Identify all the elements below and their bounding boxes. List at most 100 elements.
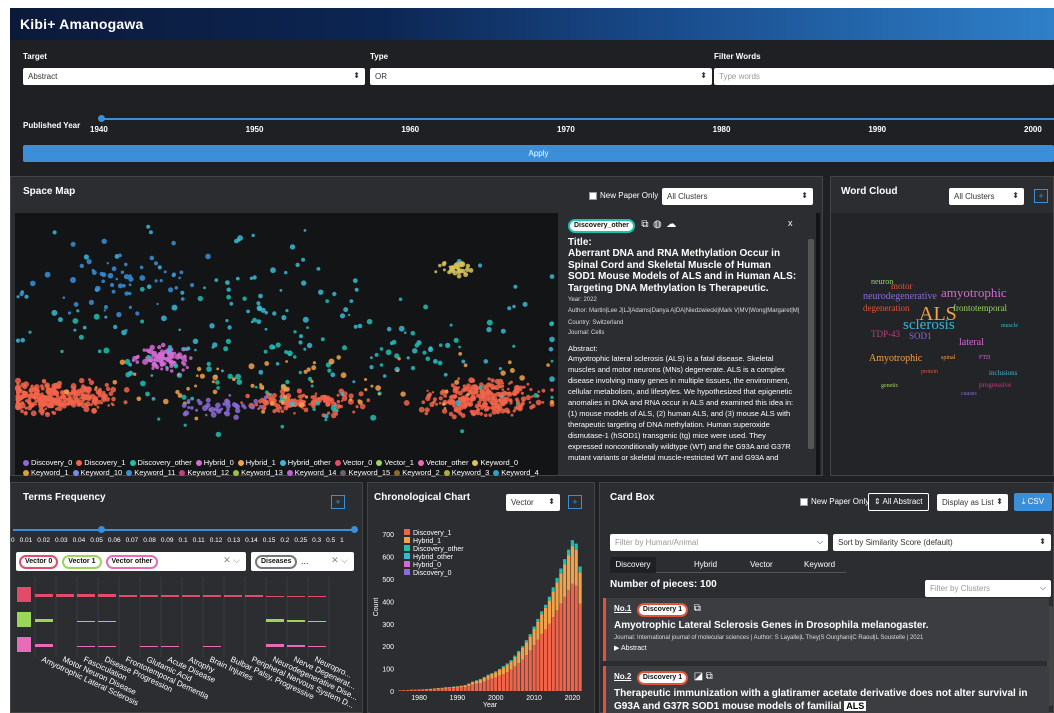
map-point[interactable] bbox=[550, 359, 554, 363]
map-point[interactable] bbox=[375, 385, 381, 391]
map-point[interactable] bbox=[181, 403, 187, 408]
chrono-bar[interactable] bbox=[463, 685, 467, 687]
chrono-bar[interactable] bbox=[448, 687, 452, 689]
tab-discovery[interactable]: Discovery bbox=[610, 557, 656, 573]
map-point[interactable] bbox=[357, 399, 363, 405]
map-point[interactable] bbox=[223, 411, 228, 415]
map-point[interactable] bbox=[30, 385, 34, 390]
map-point[interactable] bbox=[531, 395, 534, 398]
chrono-bar[interactable] bbox=[498, 669, 502, 676]
map-point[interactable] bbox=[438, 263, 442, 268]
chrono-bar[interactable] bbox=[528, 650, 532, 691]
map-point[interactable] bbox=[181, 368, 185, 372]
map-point[interactable] bbox=[285, 309, 289, 313]
map-point[interactable] bbox=[167, 345, 173, 350]
chrono-bar[interactable] bbox=[429, 689, 433, 691]
chrono-bar[interactable] bbox=[425, 689, 429, 690]
map-point[interactable] bbox=[470, 399, 474, 403]
map-point[interactable] bbox=[484, 413, 488, 418]
map-point[interactable] bbox=[312, 361, 316, 365]
map-point[interactable] bbox=[500, 370, 506, 376]
map-point[interactable] bbox=[391, 339, 397, 345]
map-point[interactable] bbox=[163, 356, 168, 361]
map-point[interactable] bbox=[252, 317, 257, 323]
map-point[interactable] bbox=[512, 409, 516, 413]
map-point[interactable] bbox=[78, 334, 84, 340]
map-point[interactable] bbox=[429, 401, 435, 408]
map-point[interactable] bbox=[295, 262, 300, 268]
card-number[interactable]: No.2 bbox=[614, 672, 631, 681]
map-point[interactable] bbox=[236, 238, 241, 242]
term-cell[interactable] bbox=[308, 646, 326, 647]
term-cell[interactable] bbox=[182, 595, 200, 597]
card-badge[interactable]: Discovery 1 bbox=[636, 671, 689, 685]
map-point[interactable] bbox=[236, 379, 243, 385]
map-point[interactable] bbox=[498, 384, 503, 389]
map-point[interactable] bbox=[150, 374, 154, 377]
map-point[interactable] bbox=[465, 263, 471, 269]
map-point[interactable] bbox=[212, 389, 218, 395]
map-point[interactable] bbox=[157, 417, 161, 421]
map-point[interactable] bbox=[520, 391, 524, 395]
map-point[interactable] bbox=[353, 324, 358, 329]
map-point[interactable] bbox=[342, 345, 347, 351]
chrono-bar[interactable] bbox=[501, 667, 505, 674]
map-point[interactable] bbox=[529, 387, 533, 392]
map-point[interactable] bbox=[512, 344, 516, 348]
card-badge[interactable]: Discovery 1 bbox=[636, 603, 689, 617]
chrono-bar[interactable] bbox=[574, 549, 578, 586]
map-point[interactable] bbox=[56, 385, 61, 389]
expand-icon[interactable]: + bbox=[331, 495, 345, 509]
map-point[interactable] bbox=[160, 342, 166, 348]
map-point[interactable] bbox=[177, 393, 183, 398]
map-point[interactable] bbox=[549, 274, 555, 279]
map-point[interactable] bbox=[243, 405, 247, 410]
scatter-plot[interactable] bbox=[15, 213, 555, 443]
map-point[interactable] bbox=[40, 384, 44, 388]
chrono-bar[interactable] bbox=[551, 587, 555, 592]
map-point[interactable] bbox=[312, 407, 316, 412]
map-point[interactable] bbox=[189, 356, 193, 360]
map-point[interactable] bbox=[400, 391, 406, 397]
map-point[interactable] bbox=[136, 396, 142, 402]
map-point[interactable] bbox=[303, 400, 306, 403]
map-point[interactable] bbox=[97, 399, 102, 405]
chrono-bar[interactable] bbox=[578, 603, 582, 691]
map-point[interactable] bbox=[185, 365, 189, 370]
map-point[interactable] bbox=[183, 423, 187, 427]
map-point[interactable] bbox=[157, 265, 162, 270]
map-point[interactable] bbox=[270, 401, 275, 406]
map-point[interactable] bbox=[336, 399, 341, 404]
map-point[interactable] bbox=[366, 398, 371, 402]
chrono-bar[interactable] bbox=[486, 679, 490, 691]
map-point[interactable] bbox=[101, 279, 105, 284]
map-point[interactable] bbox=[111, 403, 115, 407]
chrono-bar[interactable] bbox=[494, 672, 498, 678]
map-point[interactable] bbox=[190, 396, 195, 401]
map-point[interactable] bbox=[340, 372, 347, 379]
map-point[interactable] bbox=[487, 377, 491, 381]
word-cloud-word[interactable]: lateral bbox=[959, 337, 984, 348]
map-point[interactable] bbox=[443, 407, 447, 410]
map-point[interactable] bbox=[510, 413, 514, 417]
tab-vector[interactable]: Vector bbox=[750, 560, 773, 569]
chrono-bar[interactable] bbox=[567, 590, 571, 691]
map-point[interactable] bbox=[280, 424, 285, 429]
map-point[interactable] bbox=[117, 283, 123, 289]
map-point[interactable] bbox=[466, 383, 471, 389]
map-point[interactable] bbox=[146, 284, 152, 289]
map-point[interactable] bbox=[398, 325, 405, 332]
map-point[interactable] bbox=[424, 407, 430, 413]
term-cell[interactable] bbox=[266, 644, 284, 647]
map-point[interactable] bbox=[541, 401, 545, 404]
chrono-bar[interactable] bbox=[555, 610, 559, 691]
paper-card-2[interactable]: No.2 Discovery 1 ◪ ⧉ Therapeutic immuniz… bbox=[603, 666, 1049, 713]
card-number[interactable]: No.1 bbox=[614, 604, 631, 613]
map-point[interactable] bbox=[503, 400, 507, 404]
map-point[interactable] bbox=[476, 407, 481, 412]
map-point[interactable] bbox=[531, 403, 536, 409]
chrono-bar[interactable] bbox=[563, 559, 567, 565]
map-point[interactable] bbox=[211, 380, 215, 384]
year-slider-track[interactable] bbox=[100, 118, 1054, 120]
map-point[interactable] bbox=[242, 296, 247, 301]
